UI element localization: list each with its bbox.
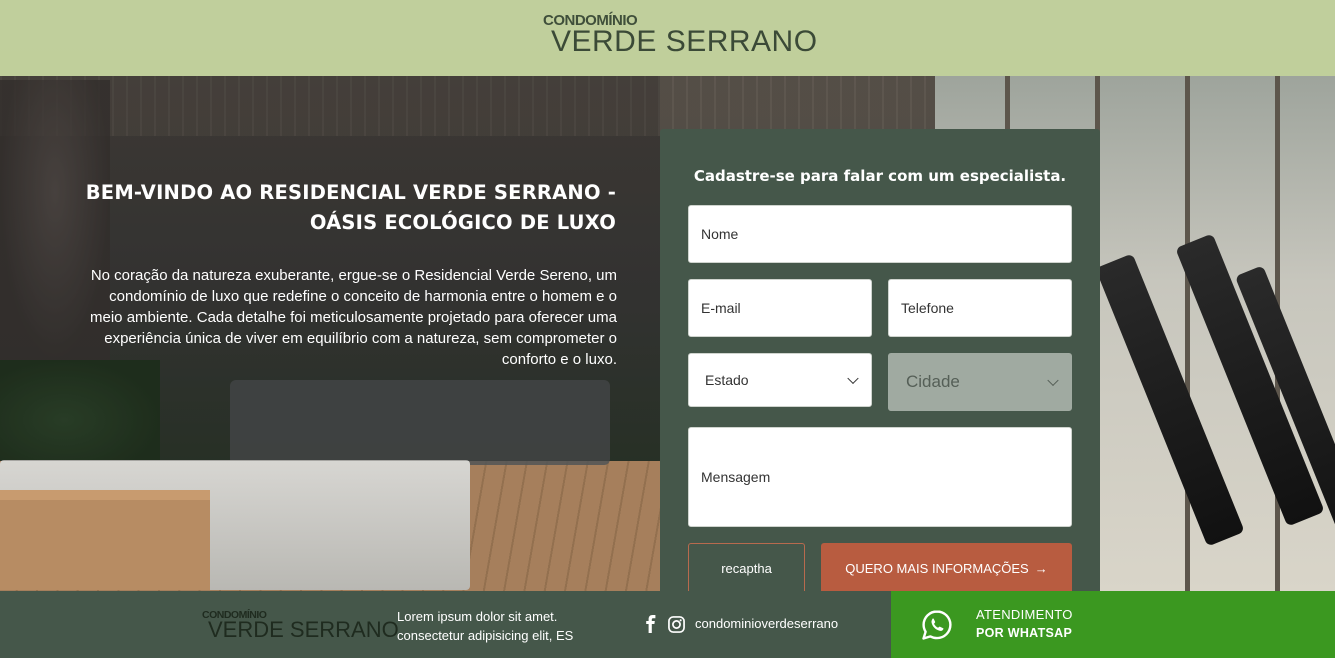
site-header: CONDOMÍNIO VERDE SERRANO bbox=[0, 0, 1335, 76]
logo-big-text: VERDE SERRANO bbox=[551, 25, 818, 58]
whatsapp-label-line1: ATENDIMENTO bbox=[976, 607, 1073, 622]
footer-logo[interactable]: CONDOMÍNIO VERDE SERRANO bbox=[202, 605, 399, 645]
state-select-label: Estado bbox=[705, 372, 749, 388]
whatsapp-label-line2: POR WHATSAP bbox=[976, 626, 1073, 640]
background-sofa-arm bbox=[0, 490, 210, 590]
site-footer: CONDOMÍNIO VERDE SERRANO Lorem ipsum dol… bbox=[0, 591, 891, 658]
message-textarea[interactable]: Mensagem bbox=[688, 427, 1072, 527]
city-select[interactable]: Cidade bbox=[888, 353, 1072, 411]
footer-description: Lorem ipsum dolor sit amet. consectetur … bbox=[397, 607, 573, 645]
form-title: Cadastre-se para falar com um especialis… bbox=[693, 167, 1067, 185]
footer-logo-big-text: VERDE SERRANO bbox=[208, 617, 399, 642]
email-input[interactable]: E-mail bbox=[688, 279, 872, 337]
submit-label: QUERO MAIS INFORMAÇÕES bbox=[845, 560, 1029, 576]
instagram-icon[interactable] bbox=[668, 616, 685, 633]
chevron-down-icon bbox=[1047, 374, 1059, 387]
phone-input[interactable]: Telefone bbox=[888, 279, 1072, 337]
footer-desc-line2: consectetur adipisicing elit, ES bbox=[397, 628, 574, 643]
header-logo[interactable]: CONDOMÍNIO VERDE SERRANO bbox=[543, 10, 817, 60]
state-select[interactable]: Estado bbox=[688, 353, 872, 407]
hero-title: BEM-VINDO AO RESIDENCIAL VERDE SERRANO -… bbox=[60, 178, 616, 238]
city-select-label: Cidade bbox=[906, 372, 960, 391]
whatsapp-icon bbox=[922, 610, 952, 640]
hero-title-line1: BEM-VINDO AO RESIDENCIAL VERDE SERRANO - bbox=[85, 181, 616, 204]
hero-title-line2: OÁSIS ECOLÓGICO DE LUXO bbox=[309, 211, 616, 234]
recaptcha-label: recaptha bbox=[721, 561, 772, 576]
name-input[interactable]: Nome bbox=[688, 205, 1072, 263]
message-placeholder: Mensagem bbox=[701, 469, 771, 485]
lead-form: Cadastre-se para falar com um especialis… bbox=[660, 129, 1100, 593]
submit-button[interactable]: QUERO MAIS INFORMAÇÕES → bbox=[821, 543, 1072, 593]
footer-desc-line1: Lorem ipsum dolor sit amet. bbox=[397, 609, 558, 624]
hero-description: No coração da natureza exuberante, ergue… bbox=[90, 267, 617, 368]
facebook-icon[interactable] bbox=[645, 615, 657, 633]
recaptcha-box[interactable]: recaptha bbox=[688, 543, 805, 593]
arrow-right-icon: → bbox=[1034, 560, 1048, 576]
social-handle-link[interactable]: condominioverdeserrano bbox=[695, 616, 838, 631]
email-placeholder: E-mail bbox=[701, 300, 741, 316]
phone-placeholder: Telefone bbox=[901, 300, 954, 316]
name-placeholder: Nome bbox=[701, 226, 739, 242]
whatsapp-cta[interactable]: ATENDIMENTO POR WHATSAP bbox=[891, 591, 1335, 658]
chevron-down-icon bbox=[847, 372, 859, 385]
